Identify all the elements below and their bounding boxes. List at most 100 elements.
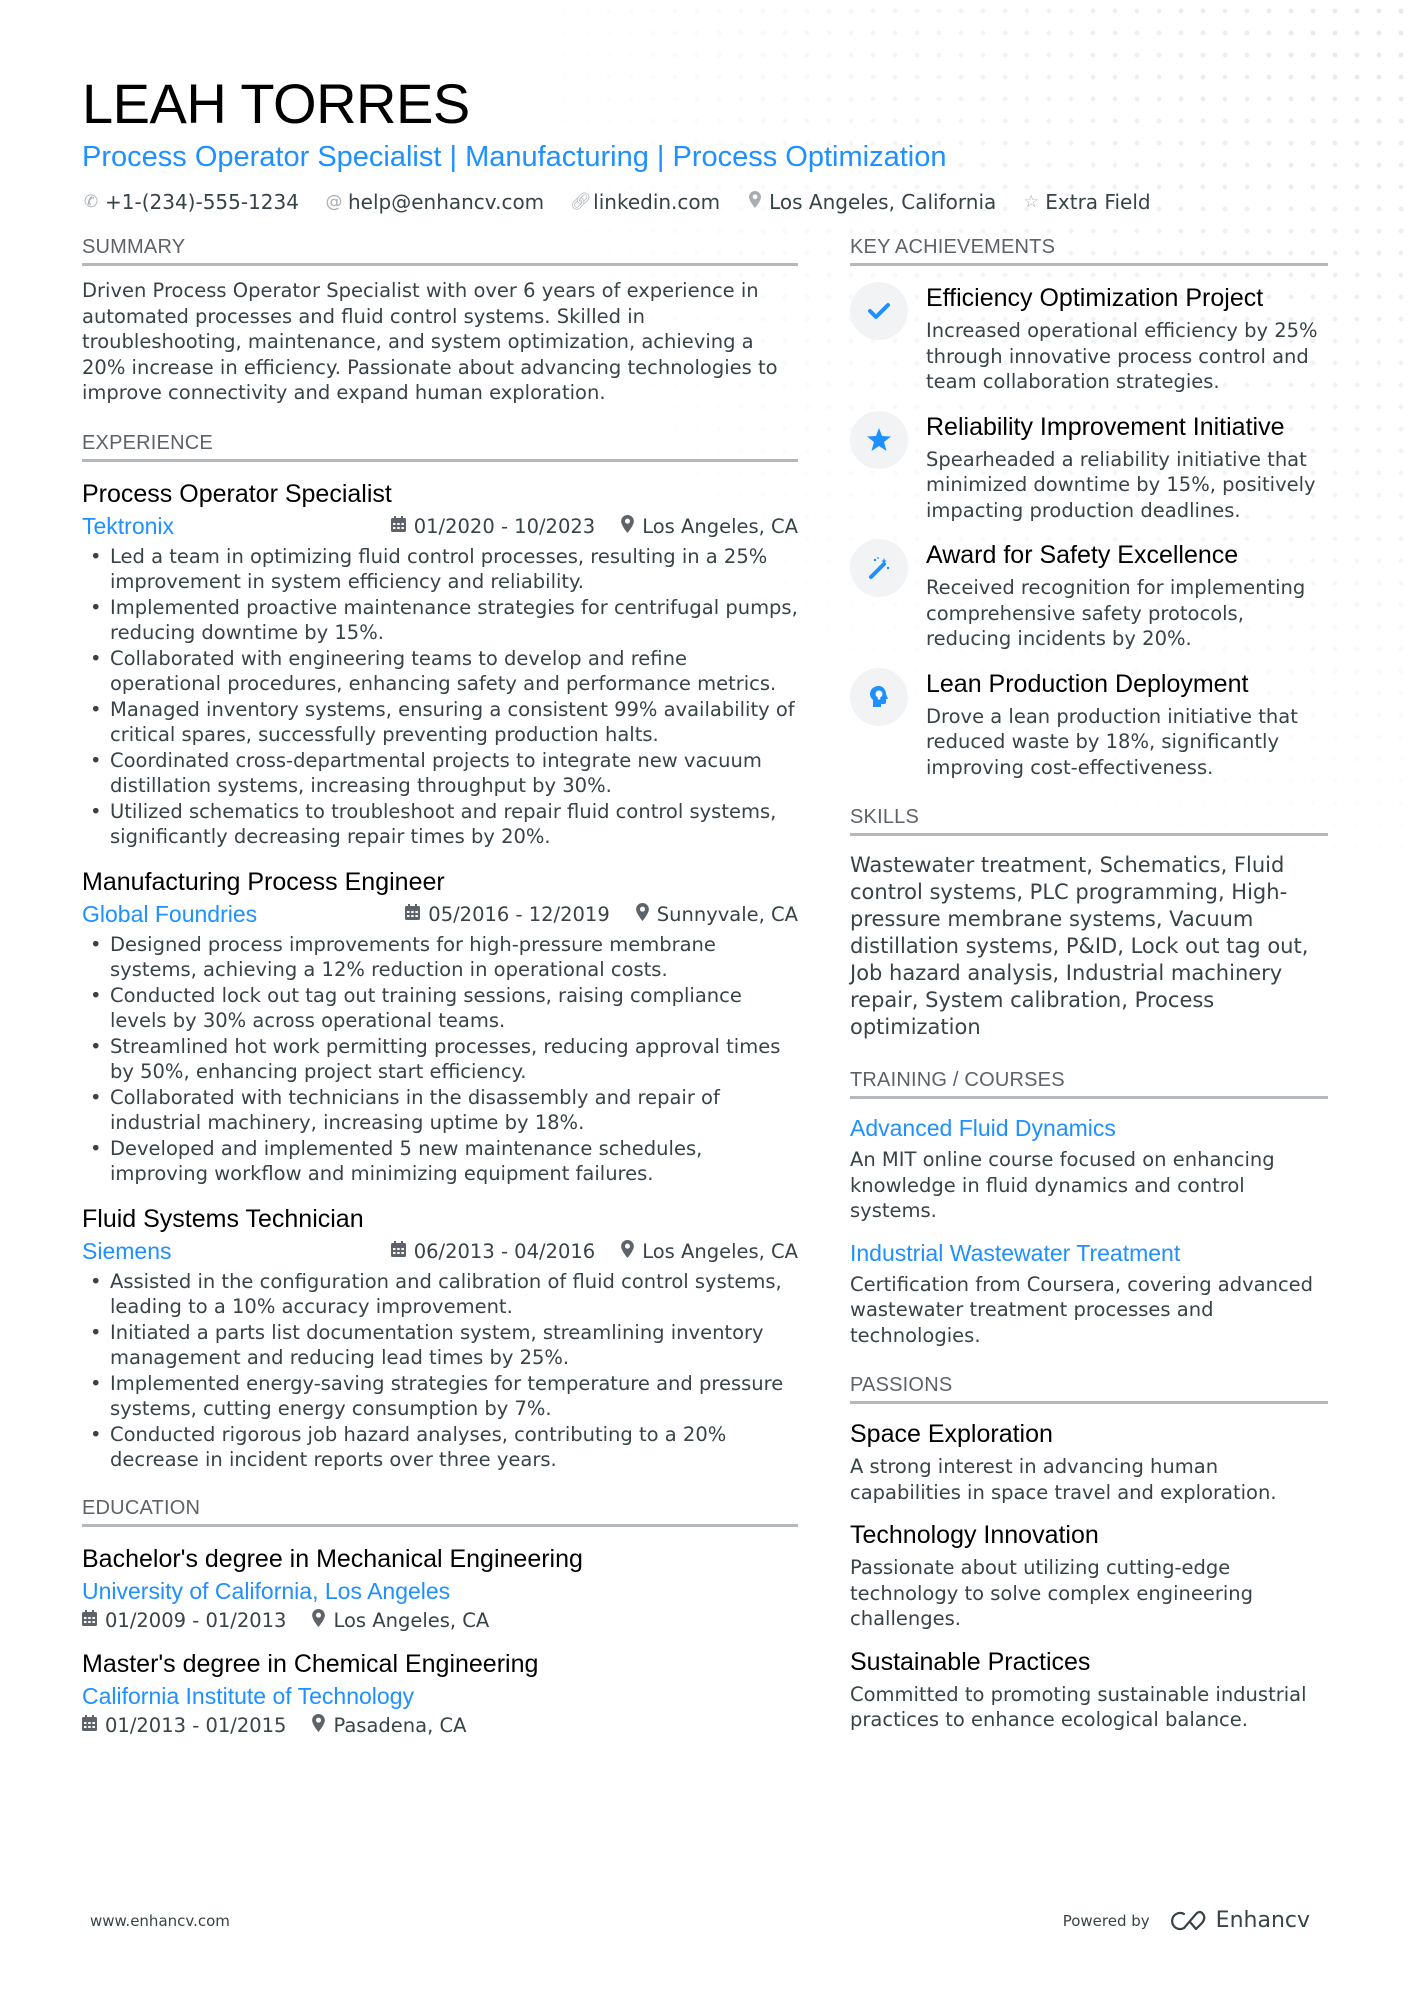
- achievement-item: Lean Production Deployment Drove a lean p…: [850, 667, 1328, 781]
- location-pin-icon: [312, 1609, 326, 1631]
- job-bullets: Assisted in the configuration and calibr…: [82, 1269, 798, 1473]
- date-range: 01/2013 - 01/2015: [82, 1714, 286, 1737]
- location-icon: [746, 191, 764, 213]
- job-bullets: Designed process improvements for high-p…: [82, 932, 798, 1187]
- achievement-description: Spearheaded a reliability initiative tha…: [926, 447, 1316, 522]
- magic-wand-icon: [850, 539, 908, 597]
- achievement-item: Reliability Improvement Initiative Spearh…: [850, 410, 1328, 524]
- page-footer: www.enhancv.com Powered by Enhancv: [90, 1908, 1310, 1933]
- location-pin-icon: [621, 1240, 635, 1262]
- section-title-passions: Passions: [850, 1374, 1328, 1404]
- passion-description: Committed to promoting sustainable indus…: [850, 1682, 1307, 1732]
- achievement-title: Award for Safety Excellence: [926, 541, 1239, 569]
- contact-email-text: help@enhancv.com: [347, 190, 545, 214]
- passion-title: Space Exploration: [850, 1420, 1053, 1448]
- achievement-description: Drove a lean production initiative that …: [926, 704, 1298, 779]
- date-text: 01/2013 - 01/2015: [105, 1713, 287, 1737]
- resume-header: LEAH TORRES Process Operator Specialist …: [82, 72, 1332, 214]
- calendar-icon: [82, 1610, 97, 1630]
- section-title-education: Education: [82, 1497, 798, 1527]
- calendar-icon: [390, 1241, 406, 1261]
- location-pin-icon: [635, 903, 649, 925]
- achievement-item: Efficiency Optimization Project Increased…: [850, 282, 1328, 395]
- location: Pasadena, CA: [312, 1714, 466, 1737]
- brand-logo[interactable]: Enhancv: [1168, 1908, 1310, 1933]
- achievement-title: Efficiency Optimization Project: [926, 284, 1264, 312]
- date-text: 06/2013 - 04/2016: [413, 1239, 596, 1263]
- passion-list: Space Exploration A strong interest in ad…: [850, 1418, 1328, 1733]
- footer-url-link[interactable]: www.enhancv.com: [90, 1912, 230, 1930]
- meta-row: 06/2013 - 04/2016 Los Angeles, CA: [390, 1239, 798, 1263]
- contact-email[interactable]: @ help@enhancv.com: [325, 190, 544, 214]
- school-name[interactable]: California Institute of Technology: [82, 1680, 798, 1712]
- achievements-section: Key Achievements Efficiency Optimization…: [850, 236, 1328, 780]
- location-text: Los Angeles, CA: [642, 514, 798, 538]
- passion-title: Sustainable Practices: [850, 1647, 1091, 1676]
- contact-location: Los Angeles, California: [746, 190, 996, 214]
- head-lightbulb-icon: [850, 667, 908, 726]
- course-title[interactable]: Industrial Wastewater Treatment: [850, 1238, 1328, 1268]
- section-title-achievements: Key Achievements: [850, 236, 1328, 266]
- job-bullet: Streamlined hot work permitting processe…: [82, 1034, 798, 1085]
- meta-row: 01/2013 - 01/2015 Pasadena, CA: [82, 1714, 798, 1737]
- job-bullet: Managed inventory systems, ensuring a co…: [82, 697, 798, 748]
- job-bullet: Developed and implemented 5 new maintena…: [82, 1136, 798, 1187]
- job-title: Fluid Systems Technician: [82, 1204, 364, 1233]
- section-title-summary: Summary: [82, 236, 798, 266]
- resume-page: LEAH TORRES Process Operator Specialist …: [0, 0, 1410, 1995]
- location-text: Los Angeles, CA: [333, 1608, 490, 1632]
- course-item: Industrial Wastewater Treatment Certifica…: [850, 1238, 1328, 1349]
- job-subheader: Global Foundries 05/2016 - 12/2019 Sunnyva…: [82, 901, 798, 928]
- achievement-body: Lean Production Deployment Drove a lean p…: [926, 668, 1328, 781]
- passion-item: Technology Innovation Passionate about ut…: [850, 1519, 1328, 1632]
- location-pin-icon: [312, 1714, 326, 1736]
- course-item: Advanced Fluid Dynamics An MIT online cou…: [850, 1113, 1328, 1224]
- training-section: Training / Courses Advanced Fluid Dynami…: [850, 1069, 1328, 1348]
- section-title-skills: Skills: [850, 806, 1328, 836]
- contact-bar: ✆ +1-(234)-555-1234 @ help@enhancv.com 🔗…: [82, 190, 1332, 214]
- skills-text: Wastewater treatment, Schematics, Fluid …: [850, 853, 1309, 1039]
- company-name[interactable]: Siemens: [82, 1238, 391, 1265]
- job-bullets: Led a team in optimizing fluid control p…: [82, 544, 798, 850]
- calendar-icon: [405, 904, 421, 924]
- contact-phone[interactable]: ✆ +1-(234)-555-1234: [82, 190, 299, 214]
- passions-section: Passions Space Exploration A strong inter…: [850, 1374, 1328, 1733]
- achievement-description: Increased operational efficiency by 25% …: [926, 319, 1318, 393]
- location-pin-icon: [621, 515, 635, 537]
- meta-row: 01/2020 - 10/2023 Los Angeles, CA: [390, 514, 798, 538]
- date-range: 05/2016 - 12/2019: [405, 902, 610, 926]
- star-icon: [850, 410, 908, 469]
- job-bullet: Collaborated with technicians in the dis…: [82, 1085, 798, 1136]
- job-title: Manufacturing Process Engineer: [82, 867, 445, 896]
- skills-section: Skills Wastewater treatment, Schematics,…: [850, 806, 1328, 1041]
- location-text: Los Angeles, CA: [642, 1239, 798, 1263]
- date-text: 01/2020 - 10/2023: [413, 514, 596, 538]
- school-name[interactable]: University of California, Los Angeles: [82, 1575, 798, 1607]
- job-subheader: Tektronix 01/2020 - 10/2023 Los Angeles, C…: [82, 513, 798, 540]
- achievement-list: Efficiency Optimization Project Increased…: [850, 282, 1328, 780]
- location-text: Pasadena, CA: [333, 1713, 467, 1737]
- candidate-headline: Process Operator Specialist | Manufactur…: [82, 141, 947, 173]
- brand-name: Enhancv: [1215, 1908, 1310, 1933]
- date-text: 01/2009 - 01/2013: [105, 1608, 287, 1632]
- star-icon: ☆: [1023, 192, 1039, 212]
- summary-section: Summary Driven Process Operator Speciali…: [82, 236, 798, 406]
- enhancv-logo-icon: [1170, 1910, 1206, 1930]
- date-text: 05/2016 - 12/2019: [428, 902, 610, 926]
- job-bullet: Implemented energy-saving strategies for…: [82, 1371, 798, 1422]
- achievement-description: Received recognition for implementing co…: [926, 576, 1306, 650]
- company-name[interactable]: Global Foundries: [82, 901, 405, 928]
- contact-linkedin[interactable]: 🔗︎ linkedin.com: [570, 190, 720, 214]
- company-name[interactable]: Tektronix: [82, 513, 391, 540]
- powered-by: Powered by Enhancv: [1063, 1908, 1310, 1933]
- education-entry: Bachelor's degree in Mechanical Engineer…: [82, 1543, 798, 1632]
- job-list: Process Operator Specialist Tektronix 01/2…: [82, 478, 798, 1473]
- right-column: Key Achievements Efficiency Optimization…: [850, 236, 1328, 1755]
- location: Los Angeles, CA: [621, 1240, 798, 1263]
- contact-linkedin-text: linkedin.com: [593, 190, 721, 214]
- course-title[interactable]: Advanced Fluid Dynamics: [850, 1113, 1328, 1143]
- meta-row: 05/2016 - 12/2019 Sunnyvale, CA: [405, 903, 798, 926]
- job-entry: Fluid Systems Technician Siemens 06/2013 -…: [82, 1203, 798, 1473]
- section-title-experience: Experience: [82, 432, 798, 462]
- job-bullet: Designed process improvements for high-p…: [82, 932, 798, 983]
